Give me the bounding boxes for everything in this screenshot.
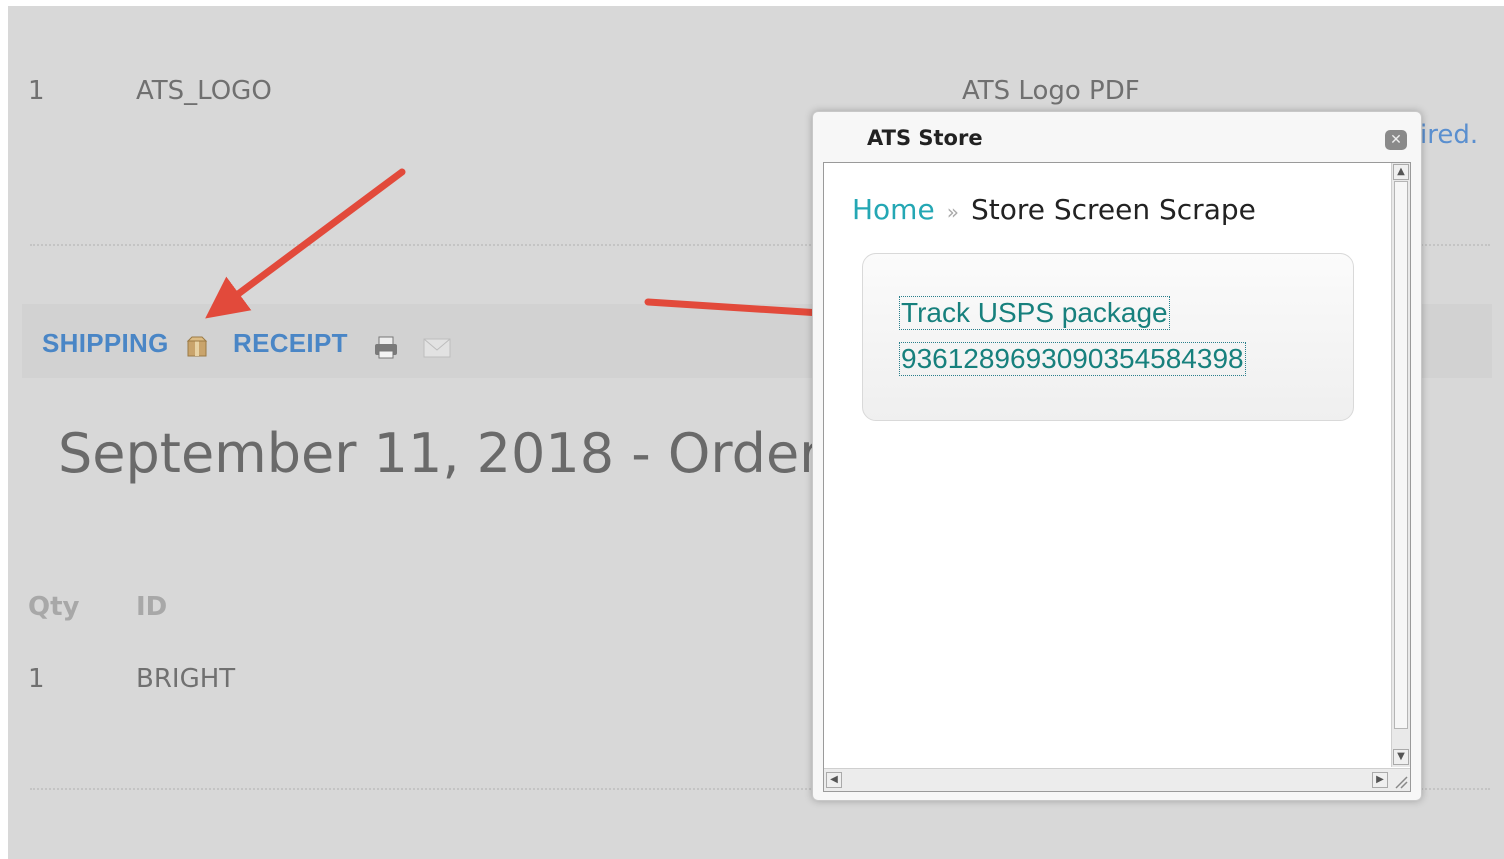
horizontal-scrollbar[interactable]: ◀ ▶ <box>824 768 1410 791</box>
resize-grip-icon[interactable] <box>1392 773 1408 789</box>
scroll-left-icon[interactable]: ◀ <box>826 772 842 788</box>
vertical-scrollbar[interactable]: ▲ ▼ <box>1391 163 1410 767</box>
track-usps-link[interactable]: Track USPS package <box>899 296 1170 330</box>
breadcrumb-home-link[interactable]: Home <box>852 193 935 226</box>
scroll-down-icon[interactable]: ▼ <box>1393 749 1409 765</box>
close-icon[interactable]: ✕ <box>1385 130 1407 150</box>
breadcrumb-separator: » <box>946 200 959 224</box>
scroll-up-icon[interactable]: ▲ <box>1393 164 1409 180</box>
dialog-content-frame: Home » Store Screen Scrape Track USPS pack… <box>823 162 1411 792</box>
breadcrumb: Home » Store Screen Scrape <box>852 193 1256 226</box>
tracking-card: Track USPS package 936128969309035458439… <box>862 253 1354 421</box>
tracking-number-link[interactable]: 9361289693090354584398 <box>899 342 1246 376</box>
ats-store-dialog: ATS Store ✕ Home » Store Screen Scrape Tra… <box>812 111 1422 801</box>
breadcrumb-current: Store Screen Scrape <box>970 193 1256 226</box>
dialog-title: ATS Store <box>867 126 983 150</box>
arrow-to-tracking <box>644 291 857 334</box>
arrow-to-shipping <box>205 168 406 319</box>
scroll-thumb[interactable] <box>1394 181 1408 729</box>
scroll-right-icon[interactable]: ▶ <box>1372 772 1388 788</box>
